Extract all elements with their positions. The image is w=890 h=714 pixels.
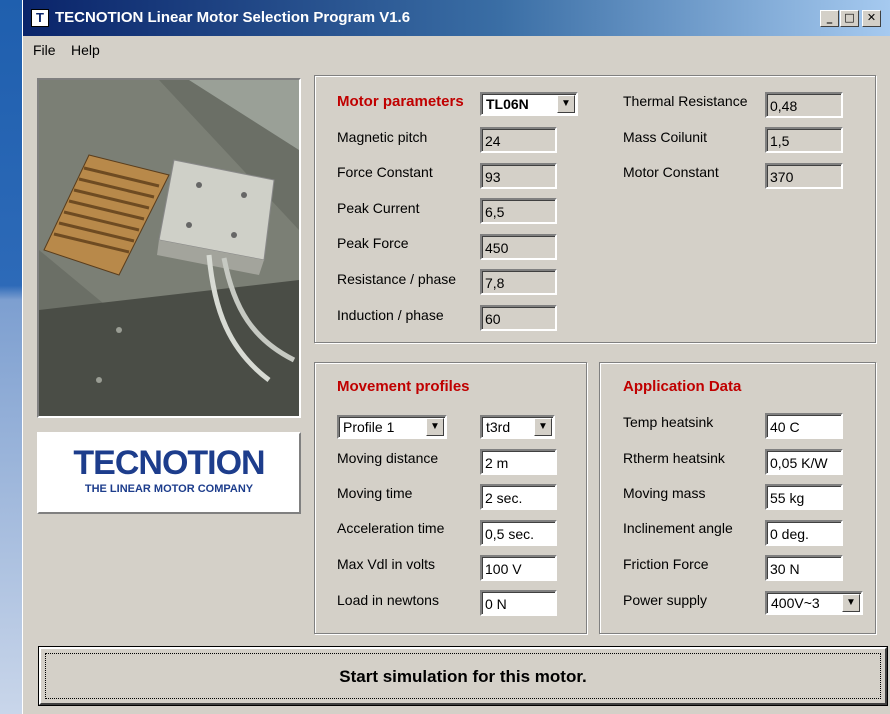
moving-time-label: Moving time (337, 485, 413, 501)
magnetic-pitch-field[interactable]: 24 (480, 127, 557, 153)
acceleration-time-input[interactable]: 0,5 sec. (480, 520, 557, 546)
chevron-down-icon[interactable]: ▼ (534, 418, 552, 436)
rtherm-heatsink-input[interactable]: 0,05 K/W (765, 449, 843, 475)
moving-mass-label: Moving mass (623, 485, 706, 501)
friction-force-label: Friction Force (623, 556, 709, 572)
logo-tagline: THE LINEAR MOTOR COMPANY (84, 483, 254, 495)
inclinement-angle-label: Inclinement angle (623, 520, 733, 536)
resistance-phase-label: Resistance / phase (337, 271, 457, 287)
motor-type-value: TL06N (486, 96, 529, 112)
motor-constant-label: Motor Constant (623, 164, 719, 180)
peak-force-field[interactable]: 450 (480, 234, 557, 260)
moving-mass-input[interactable]: 55 kg (765, 484, 843, 510)
inclinement-angle-input[interactable]: 0 deg. (765, 520, 843, 546)
title-bar[interactable]: T TECNOTION Linear Motor Selection Progr… (23, 0, 890, 36)
motor-photo-graphic (39, 80, 299, 416)
load-newtons-label: Load in newtons (337, 592, 439, 608)
moving-distance-label: Moving distance (337, 450, 439, 466)
induction-phase-field[interactable]: 60 (480, 305, 557, 331)
magnetic-pitch-label: Magnetic pitch (337, 129, 428, 145)
chevron-down-icon[interactable]: ▼ (426, 418, 444, 436)
friction-force-input[interactable]: 30 N (765, 555, 843, 581)
motor-photo (37, 78, 301, 418)
maximize-button[interactable]: □ (840, 10, 859, 27)
menu-bar: File Help (23, 38, 890, 62)
peak-current-label: Peak Current (337, 200, 420, 216)
force-constant-field[interactable]: 93 (480, 163, 557, 189)
power-supply-label: Power supply (623, 592, 708, 608)
close-button[interactable]: ✕ (862, 10, 881, 27)
moving-time-input[interactable]: 2 sec. (480, 484, 557, 510)
profile-select[interactable]: Profile 1 ▼ (337, 415, 447, 439)
max-vdl-input[interactable]: 100 V (480, 555, 557, 581)
temp-heatsink-label: Temp heatsink (623, 414, 714, 430)
induction-phase-label: Induction / phase (337, 307, 444, 323)
desktop-background (0, 0, 24, 714)
profile-value: Profile 1 (343, 419, 395, 435)
thermal-resistance-field[interactable]: 0,48 (765, 92, 843, 118)
app-icon[interactable]: T (31, 9, 49, 27)
rtherm-heatsink-label: Rtherm heatsink (623, 450, 725, 466)
minimize-button[interactable]: _ (820, 10, 839, 27)
application-data-title: Application Data (623, 378, 742, 395)
logo-wordmark: TECNOTION (73, 444, 265, 482)
chevron-down-icon[interactable]: ▼ (557, 95, 575, 113)
start-simulation-button[interactable]: Start simulation for this motor. (38, 646, 888, 706)
menu-help[interactable]: Help (71, 42, 100, 58)
thermal-resistance-label: Thermal Resistance (623, 93, 748, 109)
tecnotion-logo: TECNOTION THE LINEAR MOTOR COMPANY (37, 432, 301, 514)
force-constant-label: Force Constant (337, 164, 433, 180)
peak-current-field[interactable]: 6,5 (480, 198, 557, 224)
start-simulation-label: Start simulation for this motor. (45, 653, 881, 699)
motor-constant-field[interactable]: 370 (765, 163, 843, 189)
acceleration-time-label: Acceleration time (337, 520, 445, 536)
main-window: T TECNOTION Linear Motor Selection Progr… (22, 0, 890, 714)
max-vdl-label: Max Vdl in volts (337, 556, 436, 572)
profile-shape-value: t3rd (486, 419, 511, 435)
peak-force-label: Peak Force (337, 235, 409, 251)
moving-distance-input[interactable]: 2 m (480, 449, 557, 475)
motor-parameters-title: Motor parameters (337, 93, 464, 110)
power-supply-value: 400V~3 (771, 595, 820, 611)
load-newtons-input[interactable]: 0 N (480, 590, 557, 616)
power-supply-select[interactable]: 400V~3 ▼ (765, 591, 863, 615)
menu-file[interactable]: File (33, 42, 56, 58)
motor-type-select[interactable]: TL06N ▼ (480, 92, 578, 116)
chevron-down-icon[interactable]: ▼ (842, 594, 860, 612)
temp-heatsink-input[interactable]: 40 C (765, 413, 843, 439)
movement-profiles-title: Movement profiles (337, 378, 470, 395)
resistance-phase-field[interactable]: 7,8 (480, 269, 557, 295)
mass-coilunit-label: Mass Coilunit (623, 129, 708, 145)
profile-shape-select[interactable]: t3rd ▼ (480, 415, 555, 439)
window-title: TECNOTION Linear Motor Selection Program… (55, 9, 411, 26)
mass-coilunit-field[interactable]: 1,5 (765, 127, 843, 153)
